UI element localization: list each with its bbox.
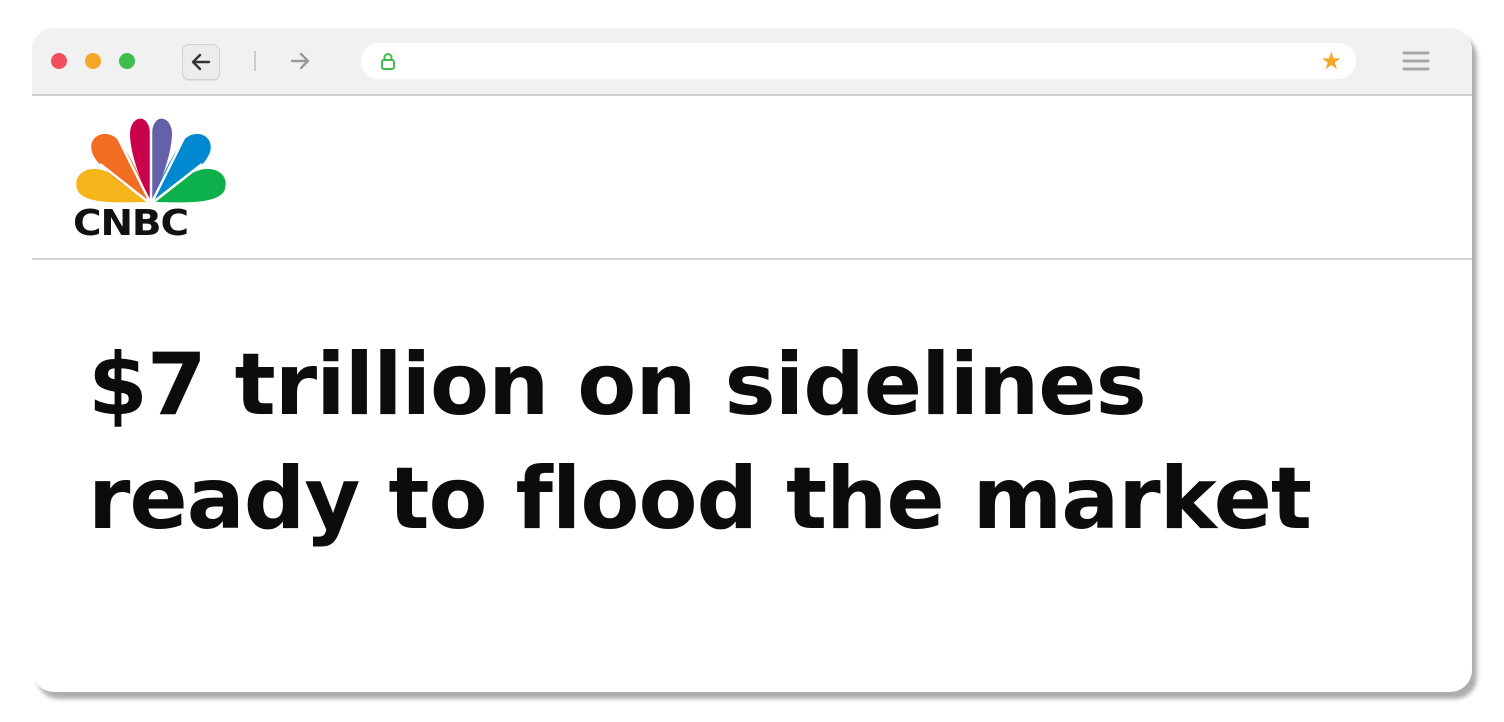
- browser-toolbar: ★: [32, 28, 1472, 96]
- headline-line-1: $7 trillion on sidelines: [88, 335, 1147, 435]
- close-window-button[interactable]: [51, 53, 67, 69]
- address-bar[interactable]: ★: [361, 43, 1356, 79]
- hamburger-menu-icon[interactable]: [1402, 50, 1430, 72]
- cnbc-logo-text[interactable]: CNBC: [73, 206, 189, 242]
- lock-icon: [381, 53, 395, 70]
- article-headline: $7 trillion on sidelines ready to flood …: [88, 328, 1428, 556]
- forward-button[interactable]: [282, 44, 318, 78]
- browser-window: ★ CNBC $7 trillion on sidelines ready to…: [32, 28, 1472, 692]
- back-button[interactable]: [182, 44, 220, 80]
- star-icon[interactable]: ★: [1320, 46, 1342, 76]
- cnbc-peacock-logo[interactable]: [72, 114, 232, 206]
- arrow-left-icon: [191, 53, 211, 71]
- headline-line-2: ready to flood the market: [88, 449, 1312, 549]
- minimize-window-button[interactable]: [85, 53, 101, 69]
- arrow-right-icon: [290, 52, 310, 70]
- site-header: CNBC: [32, 96, 1472, 260]
- toolbar-divider: [254, 51, 256, 71]
- maximize-window-button[interactable]: [119, 53, 135, 69]
